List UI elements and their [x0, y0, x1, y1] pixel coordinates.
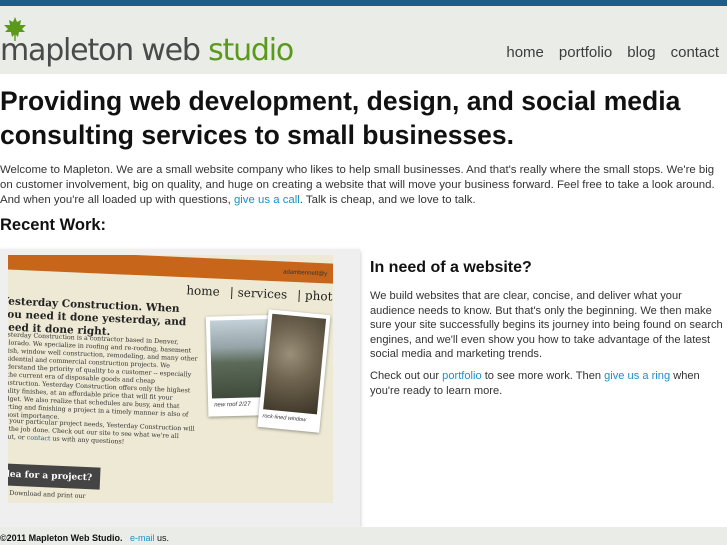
- roof-photo-caption: new roof 2/27: [214, 401, 251, 409]
- nav-blog[interactable]: blog: [627, 44, 655, 61]
- need-p2-pre: Check out our: [370, 370, 443, 382]
- need-p2-mid: to see more work. Then: [481, 370, 605, 382]
- logo-text-main: mapleton web: [0, 33, 201, 68]
- nav-home[interactable]: home: [506, 44, 544, 61]
- screenshot-frame: adambennett@y home | services | photo Yest…: [8, 255, 333, 503]
- site-logo[interactable]: mapleton web studio: [0, 14, 320, 74]
- nav-contact[interactable]: contact: [671, 44, 719, 61]
- recent-work-heading: Recent Work:: [0, 216, 107, 234]
- give-us-a-ring-link[interactable]: give us a ring: [604, 370, 670, 382]
- window-photo-image: [263, 313, 327, 415]
- nav-portfolio[interactable]: portfolio: [559, 44, 612, 61]
- screenshot-nav-photo: photo: [304, 288, 333, 304]
- intro-paragraph: Welcome to Mapleton. We are a small webs…: [0, 163, 727, 208]
- footer-text: ©2011 Mapleton Web Studio. e-mail us.: [0, 533, 169, 543]
- screenshot-nav: home | services | photo: [186, 283, 333, 304]
- screenshot-contact-link: contact: [26, 434, 51, 443]
- screenshot-body: Yesterday Construction is a contractor b…: [8, 331, 198, 421]
- page-headline: Providing web development, design, and s…: [0, 86, 681, 150]
- logo-text-accent: studio: [208, 33, 294, 68]
- screenshot-content: adambennett@y home | services | photo Yest…: [8, 255, 333, 503]
- screenshot-nav-services: services: [237, 285, 288, 302]
- screenshot-photo-window: rock-lined window: [257, 309, 331, 433]
- intro-text-2: . Talk is cheap, and we love to talk.: [299, 194, 476, 206]
- screenshot-nav-home: home: [186, 283, 221, 299]
- recent-work-screenshot[interactable]: adambennett@y home | services | photo Yest…: [0, 249, 360, 527]
- portfolio-link[interactable]: portfolio: [442, 370, 481, 382]
- need-website-paragraph-2: Check out our portfolio to see more work…: [370, 369, 727, 398]
- logo-wordmark: mapleton web studio: [0, 33, 294, 68]
- window-photo-caption: rock-lined window: [262, 413, 307, 424]
- site-footer: ©2011 Mapleton Web Studio. e-mail us.: [0, 527, 727, 545]
- footer-copyright: ©2011 Mapleton Web Studio.: [0, 533, 123, 543]
- need-website-paragraph-1: We build websites that are clear, concis…: [370, 290, 723, 361]
- footer-email-link[interactable]: e-mail: [130, 533, 155, 543]
- give-us-a-call-link[interactable]: give us a call: [234, 194, 300, 206]
- site-header: mapleton web studio home portfolio blog …: [0, 6, 727, 74]
- main-nav: home portfolio blog contact: [506, 44, 719, 61]
- screenshot-idea-box: idea for a project?: [8, 463, 101, 490]
- screenshot-download-text: Download and print our: [9, 489, 86, 501]
- footer-post: us.: [154, 533, 170, 543]
- need-website-heading: In need of a website?: [370, 259, 532, 276]
